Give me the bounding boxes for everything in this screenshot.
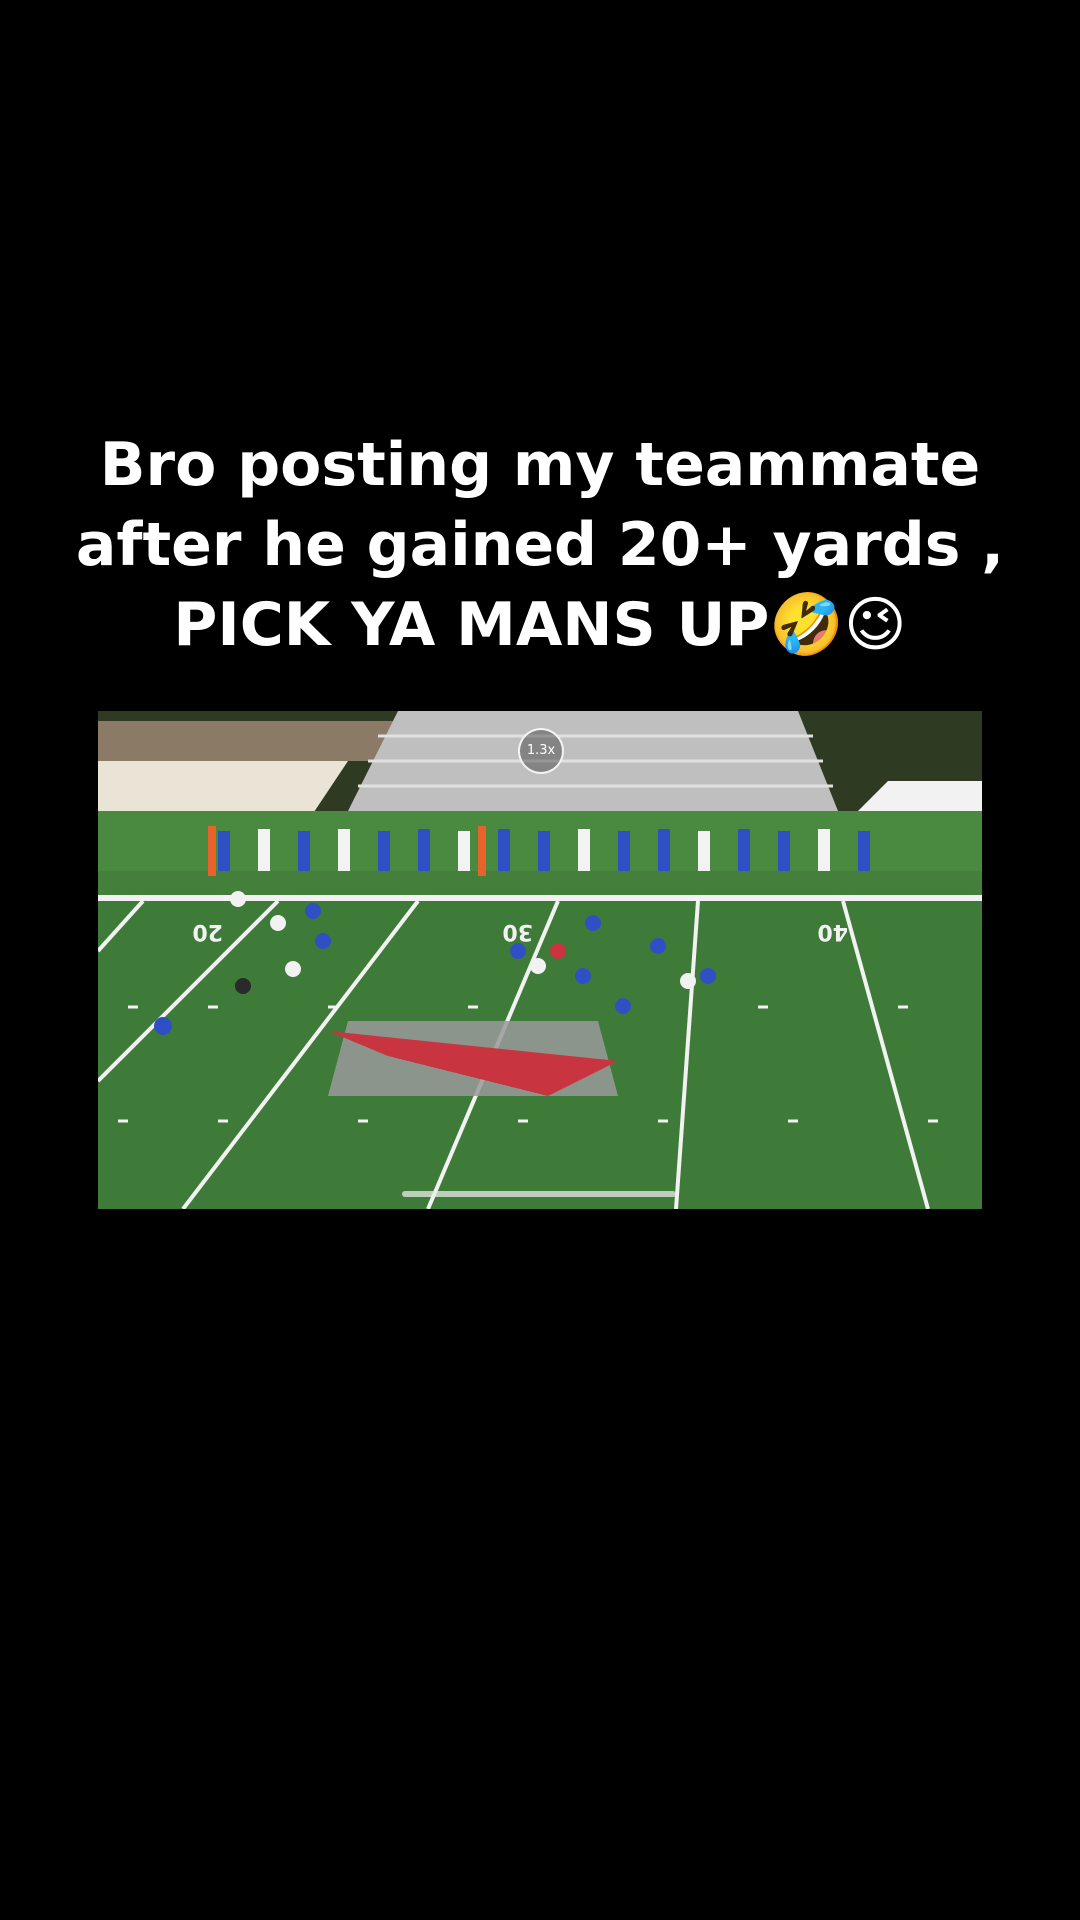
post-caption: Bro posting my teammate after he gained … [0, 425, 1080, 665]
midfield-logo [328, 1021, 618, 1096]
zoom-level-badge[interactable]: 1.3x [518, 728, 564, 774]
video-player[interactable]: 20 30 40 1.3x [98, 711, 982, 1209]
field-number-40: 40 [817, 919, 848, 944]
caption-line-2: after he gained 20+ yards , [75, 510, 1005, 580]
video-scrub-bar[interactable] [402, 1191, 676, 1197]
caption-line-1: Bro posting my teammate [99, 430, 981, 500]
field-number-30: 30 [502, 919, 533, 944]
football-field-video-frame: 20 30 40 [98, 711, 982, 1209]
fence [98, 721, 398, 761]
caption-line-3: PICK YA MANS UP🤣😉 [173, 590, 907, 660]
field-number-20: 20 [192, 919, 223, 944]
